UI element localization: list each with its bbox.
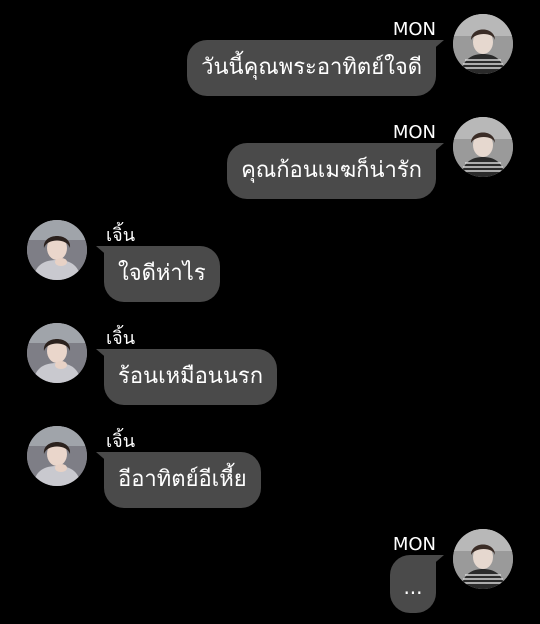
sender-name: MON [392,122,436,143]
message-bubble[interactable]: อีอาทิตย์อีเหี้ย [104,452,261,508]
sender-name: เจิ้น [106,328,136,349]
message-bubble[interactable]: ใจดีห่าไร [104,246,220,302]
sender-name: เจิ้น [106,225,136,246]
chat-thread: MON วันนี้คุณพระอาทิตย์ใจดี MON คุณก้อนเ… [0,0,540,624]
sender-name: เจิ้น [106,431,136,452]
sender-name: MON [392,534,436,555]
sender-name: MON [392,19,436,40]
avatar-jin-icon[interactable] [27,323,87,383]
message-bubble[interactable]: คุณก้อนเมฆก็น่ารัก [227,143,436,199]
avatar-mon-icon[interactable] [453,14,513,74]
avatar-mon-icon[interactable] [453,117,513,177]
message-bubble[interactable]: วันนี้คุณพระอาทิตย์ใจดี [187,40,436,96]
avatar-jin-icon[interactable] [27,220,87,280]
message-bubble[interactable]: ร้อนเหมือนนรก [104,349,278,405]
message-bubble[interactable]: ... [390,555,436,613]
avatar-jin-icon[interactable] [27,426,87,486]
avatar-mon-icon[interactable] [453,529,513,589]
